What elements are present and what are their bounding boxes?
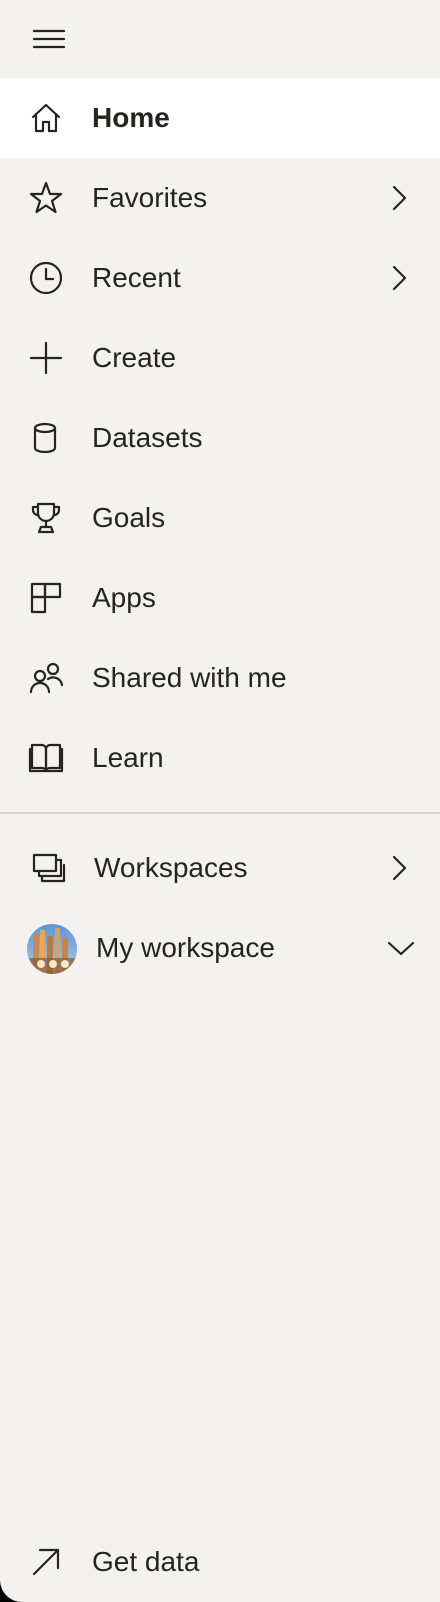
home-icon	[28, 100, 64, 136]
people-icon	[28, 660, 64, 696]
nav-item-label: Goals	[92, 502, 166, 533]
arrow-up-right-icon	[28, 1544, 64, 1580]
avatar	[27, 924, 77, 974]
nav-item-label: Datasets	[92, 422, 203, 453]
nav-item-label: Workspaces	[94, 852, 248, 883]
nav-item-label: Shared with me	[92, 662, 287, 693]
nav-item-favorites[interactable]: Favorites	[0, 158, 440, 238]
star-icon	[28, 180, 64, 216]
workspaces-icon	[30, 850, 66, 886]
nav-item-label: Get data	[92, 1546, 200, 1577]
nav-item-home[interactable]: Home	[0, 78, 440, 158]
nav-item-label: Home	[92, 102, 170, 133]
chevron-right-icon[interactable]	[388, 854, 412, 882]
nav-item-label: Create	[92, 342, 177, 373]
nav-item-label: Apps	[92, 582, 156, 613]
apps-icon	[28, 580, 64, 616]
nav-item-recent[interactable]: Recent	[0, 238, 440, 318]
nav-item-label: My workspace	[96, 932, 275, 963]
nav-item-label: Learn	[92, 742, 164, 773]
nav-item-shared-with-me[interactable]: Shared with me	[0, 638, 440, 718]
nav-item-label: Recent	[92, 262, 181, 293]
nav-item-my-workspace[interactable]: My workspace	[0, 908, 440, 988]
trophy-icon	[28, 500, 64, 536]
plus-icon	[28, 340, 64, 376]
nav-item-datasets[interactable]: Datasets	[0, 398, 440, 478]
chevron-right-icon[interactable]	[388, 264, 412, 292]
chevron-right-icon[interactable]	[388, 184, 412, 212]
chevron-down-icon[interactable]	[386, 934, 416, 962]
cylinder-icon	[28, 420, 64, 456]
nav-item-apps[interactable]: Apps	[0, 558, 440, 638]
nav-item-label: Favorites	[92, 182, 208, 213]
divider	[0, 812, 440, 814]
clock-icon	[28, 260, 64, 296]
book-icon	[28, 740, 64, 776]
nav-item-get-data[interactable]: Get data	[0, 1522, 440, 1602]
nav-item-goals[interactable]: Goals	[0, 478, 440, 558]
nav-item-learn[interactable]: Learn	[0, 718, 440, 798]
hamburger-menu-icon[interactable]	[30, 20, 70, 60]
navigation-pane: Home Favorites Recent Create Datasets Go…	[0, 0, 440, 1602]
nav-item-workspaces[interactable]: Workspaces	[0, 828, 440, 908]
nav-item-create[interactable]: Create	[0, 318, 440, 398]
